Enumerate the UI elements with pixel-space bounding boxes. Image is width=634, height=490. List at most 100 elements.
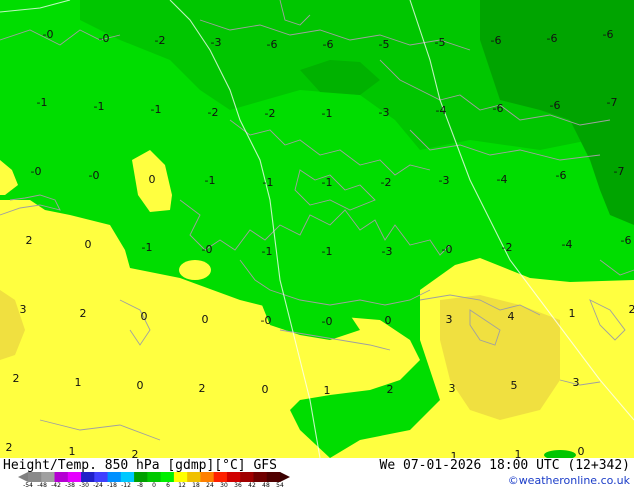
- temperature-label: -1: [37, 96, 48, 109]
- temperature-label: -6: [491, 34, 502, 47]
- colorbar-tick-label: 18: [192, 482, 200, 489]
- temperature-label: 2: [26, 234, 33, 247]
- temperature-label: -3: [439, 174, 450, 187]
- colorbar-tick-label: -24: [93, 482, 103, 489]
- temperature-label: -1: [142, 241, 153, 254]
- credit-link[interactable]: ©weatheronline.co.uk: [508, 474, 630, 487]
- colorbar-segment: [41, 472, 56, 482]
- temperature-label: -2: [265, 107, 276, 120]
- colorbar-segment: [253, 472, 268, 482]
- temperature-label: 1: [515, 448, 522, 458]
- weather-map: -0 -0 -2 -3 -6 -6 -5 -5 -6 -6 -6 -1 -1 -1 -2 -2 -1 -3 -4 -6…: [0, 0, 634, 458]
- colorbar-segment: [200, 472, 215, 482]
- temperature-label: -0: [99, 32, 110, 45]
- temperature-label: -6: [493, 102, 504, 115]
- temperature-label: 2: [132, 448, 139, 458]
- colorbar-tick-label: 42: [248, 482, 256, 489]
- temperature-label: -2: [381, 176, 392, 189]
- temperature-label: 0: [141, 310, 148, 323]
- temperature-label: -4: [436, 104, 447, 117]
- colorbar-segment: [187, 472, 201, 482]
- temperature-label: 2: [629, 303, 634, 316]
- temperature-label: 0: [137, 379, 144, 392]
- temperature-label: 3: [20, 303, 27, 316]
- temperature-label: 4: [508, 310, 515, 323]
- colorbar-tick-label: -54: [23, 482, 33, 489]
- temperature-label: -1: [322, 176, 333, 189]
- temperature-label: 3: [573, 376, 580, 389]
- temperature-label: -6: [267, 38, 278, 51]
- map-footer: Height/Temp. 850 hPa [gdmp][°C] GFS We 0…: [0, 458, 634, 490]
- temperature-label: 1: [451, 450, 458, 458]
- temperature-label: -0: [261, 314, 272, 327]
- colorbar-tick-label: 0: [152, 482, 156, 489]
- colorbar-segment: [28, 472, 42, 482]
- temperature-label: 3: [446, 313, 453, 326]
- temperature-label: 1: [569, 307, 576, 320]
- temperature-label: -1: [262, 245, 273, 258]
- temperature-label: -1: [94, 100, 105, 113]
- temperature-label: -2: [208, 106, 219, 119]
- temperature-label: -7: [607, 96, 618, 109]
- temperature-label: 0: [85, 238, 92, 251]
- temperature-label: -5: [379, 38, 390, 51]
- field-yellow-patch: [179, 260, 211, 280]
- temperature-label: -3: [379, 106, 390, 119]
- temperature-label: 2: [387, 383, 394, 396]
- temperature-label: -6: [323, 38, 334, 51]
- temperature-label: -2: [155, 34, 166, 47]
- colorbar-tick-label: 30: [220, 482, 228, 489]
- temperature-label: -0: [202, 243, 213, 256]
- temperature-label: 0: [202, 313, 209, 326]
- temperature-label: -7: [614, 165, 625, 178]
- colorbar-tick-label: 12: [178, 482, 186, 489]
- temperature-label: -6: [556, 169, 567, 182]
- colorbar-tick-label: -18: [107, 482, 117, 489]
- colorbar-arrow-left: [18, 472, 28, 482]
- temperature-label: 2: [80, 307, 87, 320]
- temperature-label: -6: [603, 28, 614, 41]
- colorbar-segment: [81, 472, 95, 482]
- temperature-label: -6: [547, 32, 558, 45]
- colorbar-tick-label: 54: [276, 482, 284, 489]
- temperature-label: -6: [550, 99, 561, 112]
- temperature-label: 1: [324, 384, 331, 397]
- colorbar-segment: [240, 472, 254, 482]
- temperature-label: 2: [13, 372, 20, 385]
- temperature-label: 2: [199, 382, 206, 395]
- temperature-label: -5: [435, 36, 446, 49]
- colorbar-tick-label: -42: [51, 482, 61, 489]
- temperature-label: -3: [211, 36, 222, 49]
- colorbar-tick-label: -12: [121, 482, 131, 489]
- colorbar-segment: [120, 472, 135, 482]
- colorbar-segment: [94, 472, 109, 482]
- colorbar-segment: [147, 472, 162, 482]
- temperature-label: -1: [263, 176, 274, 189]
- map-canvas: -0 -0 -2 -3 -6 -6 -5 -5 -6 -6 -6 -1 -1 -1 -2 -2 -1 -3 -4 -6…: [0, 0, 634, 458]
- temperature-label: 1: [75, 376, 82, 389]
- temperature-label: -0: [442, 243, 453, 256]
- temperature-label: -2: [502, 241, 513, 254]
- colorbar-tick-label: -38: [65, 482, 75, 489]
- temperature-label: 0: [385, 314, 392, 327]
- colorbar-ticks: -54 -48 -42 -38 -30 -24 -18 -12 -8 0 6 12 18 24 30 36 42…: [0, 482, 300, 490]
- map-title: Height/Temp. 850 hPa [gdmp][°C] GFS: [3, 458, 277, 473]
- colorbar-segment: [134, 472, 148, 482]
- colorbar-segment: [67, 472, 82, 482]
- temperature-label: -0: [31, 165, 42, 178]
- temperature-label: -3: [382, 245, 393, 258]
- colorbar-tick-label: 48: [262, 482, 270, 489]
- colorbar: [18, 472, 290, 482]
- temperature-label: -4: [497, 173, 508, 186]
- colorbar-tick-label: 6: [166, 482, 170, 489]
- temperature-label: -4: [562, 238, 573, 251]
- colorbar-tick-label: -30: [79, 482, 89, 489]
- temperature-label: -0: [322, 315, 333, 328]
- temperature-label: 1: [69, 445, 76, 458]
- temperature-label: -6: [621, 234, 632, 247]
- temperature-label: 0: [578, 445, 585, 458]
- temperature-label: -1: [205, 174, 216, 187]
- colorbar-arrow-right: [280, 472, 290, 482]
- temperature-label: 0: [149, 173, 156, 186]
- colorbar-segment: [213, 472, 228, 482]
